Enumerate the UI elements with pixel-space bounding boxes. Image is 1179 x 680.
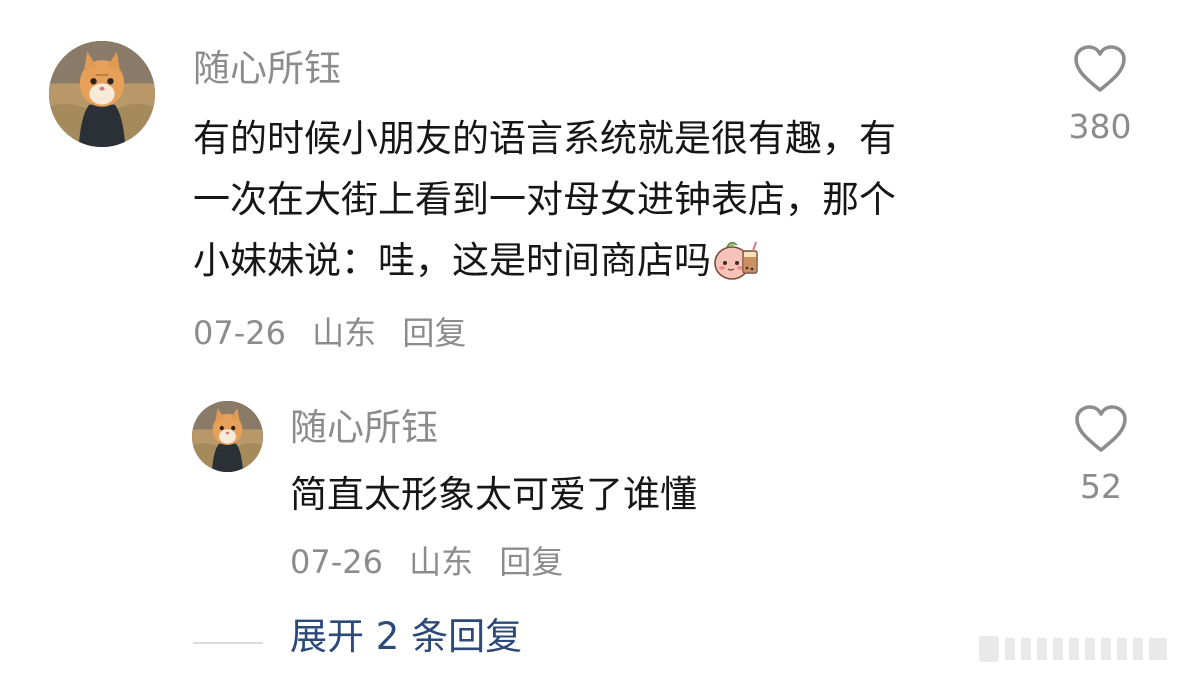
reply-text: 简直太形象太可爱了谁懂 — [290, 473, 697, 516]
like-button[interactable]: 380 — [1050, 44, 1150, 143]
cat-avatar-image — [49, 41, 155, 147]
comment-location: 山东 — [312, 314, 377, 352]
comment-meta: 07-26 山东 回复 — [193, 317, 466, 349]
comment-text-line: 有的时候小朋友的语言系统就是很有趣，有 — [193, 117, 896, 160]
comment-text-line: 小妹妹说：哇，这是时间商店吗 — [193, 230, 896, 291]
reply-username[interactable]: 随心所钰 — [290, 409, 438, 446]
reply-meta: 07-26 山东 回复 — [290, 546, 563, 578]
comment-text-line: 一次在大街上看到一对母女进钟表店，那个 — [193, 178, 896, 221]
peach-sticker-icon — [714, 241, 758, 280]
comment-text: 有的时候小朋友的语言系统就是很有趣，有 一次在大街上看到一对母女进钟表店，那个 … — [193, 108, 896, 291]
comment-text-line-content: 小妹妹说：哇，这是时间商店吗 — [193, 239, 711, 282]
reply-button[interactable]: 回复 — [402, 317, 466, 349]
comment-username[interactable]: 随心所钰 — [193, 50, 341, 87]
watermark-logo — [979, 636, 1167, 662]
heart-icon — [1075, 405, 1127, 452]
reply-avatar[interactable] — [192, 401, 263, 472]
avatar[interactable] — [49, 41, 155, 147]
expand-replies-button[interactable]: 展开 2 条回复 — [290, 618, 522, 655]
like-count: 380 — [1068, 107, 1132, 146]
comment-date: 07-26 — [193, 314, 286, 352]
cat-avatar-image — [192, 401, 263, 472]
reply-date: 07-26 — [290, 543, 383, 581]
heart-icon — [1074, 45, 1126, 92]
reply-reply-button[interactable]: 回复 — [499, 546, 563, 578]
expand-divider — [193, 642, 263, 644]
reply-like-count: 52 — [1080, 467, 1122, 506]
reply-like-button[interactable]: 52 — [1051, 404, 1151, 503]
reply-location: 山东 — [409, 543, 474, 581]
